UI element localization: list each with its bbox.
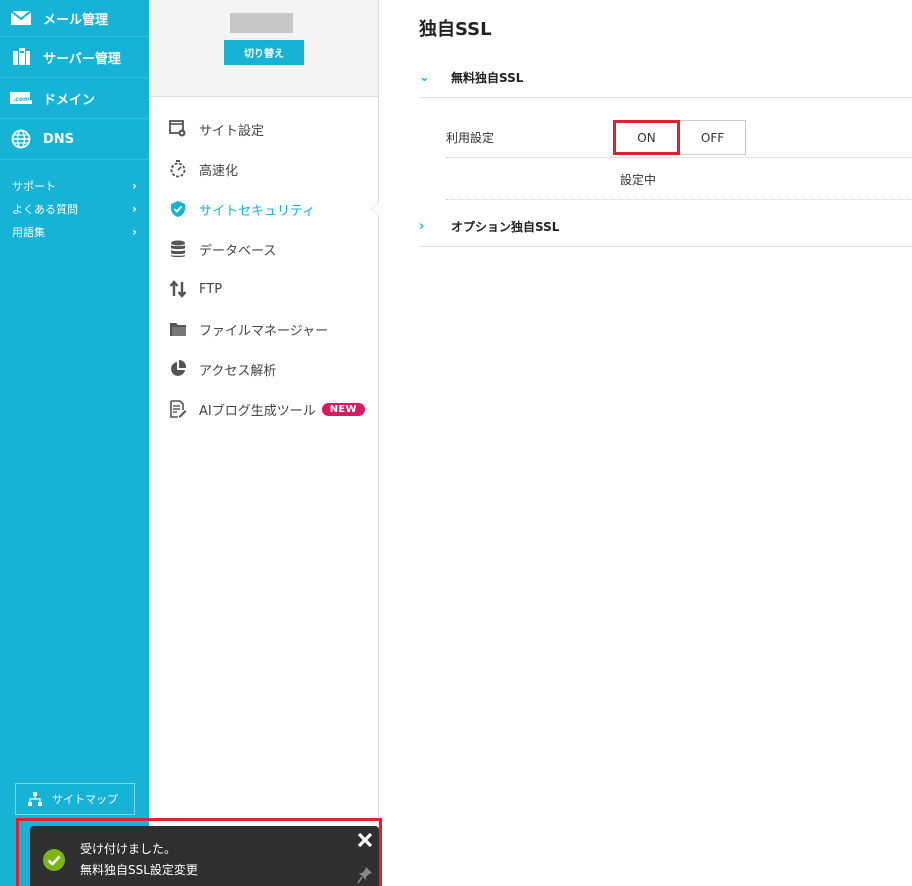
sitemap-icon	[28, 792, 42, 806]
transfer-icon	[168, 279, 188, 299]
nav-server-label: サーバー管理	[43, 51, 121, 67]
option-ssl-heading: オプション独自SSL	[451, 220, 560, 234]
menu-site-security-label: サイトセキュリティ	[199, 203, 316, 219]
svg-text:.com: .com	[13, 96, 29, 103]
menu-speed-up-label: 高速化	[199, 163, 239, 179]
folder-icon	[168, 319, 188, 339]
stopwatch-icon	[168, 159, 188, 179]
menu-speed-up[interactable]: 高速化	[149, 149, 378, 189]
menu-ftp[interactable]: FTP	[149, 269, 378, 309]
site-settings-icon	[168, 119, 188, 139]
usage-setting-row: 利用設定 ON OFF	[446, 118, 912, 158]
on-button[interactable]: ON	[613, 120, 680, 155]
status-row: 設定中	[446, 160, 912, 200]
mail-icon	[10, 8, 32, 28]
menu-ftp-label: FTP	[199, 281, 223, 297]
document-edit-icon	[168, 399, 188, 419]
chevron-right-icon: ›	[132, 224, 137, 239]
pie-chart-icon	[168, 359, 188, 379]
server-icon	[10, 47, 32, 67]
link-support-label: サポート	[12, 179, 56, 193]
site-menu: サイト設定 高速化 サイトセキュリティ データベース FTP ファイルマネージャ…	[149, 97, 379, 429]
ssl-toggle: ON OFF	[613, 120, 746, 155]
free-ssl-heading: 無料独自SSL	[451, 71, 524, 85]
switch-button[interactable]: 切り替え	[224, 40, 304, 65]
chevron-down-icon: ⌄	[419, 70, 430, 85]
sitemap-button[interactable]: サイトマップ	[15, 783, 135, 815]
main-sidebar: メール管理 サーバー管理 .com ドメイン DNS サポート › よくある質問…	[0, 0, 149, 886]
globe-icon	[10, 129, 32, 149]
page-title: 独自SSL	[419, 19, 492, 40]
status-text: 設定中	[620, 173, 657, 187]
menu-file-manager-label: ファイルマネージャー	[199, 323, 329, 339]
domain-icon: .com	[10, 88, 32, 108]
nav-domain-label: ドメイン	[43, 92, 96, 108]
link-glossary-label: 用語集	[12, 225, 45, 239]
nav-dns[interactable]: DNS	[0, 119, 149, 160]
active-caret	[371, 201, 379, 217]
menu-site-settings[interactable]: サイト設定	[149, 109, 378, 149]
off-button[interactable]: OFF	[680, 121, 745, 154]
chevron-right-icon: ›	[132, 201, 137, 216]
chevron-right-icon: ›	[132, 178, 137, 193]
free-ssl-accordion[interactable]: ⌄ 無料独自SSL	[419, 58, 912, 98]
menu-database[interactable]: データベース	[149, 229, 378, 269]
toast-highlight-frame	[16, 818, 382, 886]
nav-domain[interactable]: .com ドメイン	[0, 78, 149, 119]
menu-ai-blog[interactable]: AIブログ生成ツール NEW	[149, 389, 378, 429]
database-icon	[168, 239, 188, 259]
site-menu-panel: 切り替え サイト設定 高速化 サイトセキュリティ データベース FTP ファイル…	[149, 0, 379, 886]
nav-dns-label: DNS	[43, 131, 75, 147]
menu-access-analytics[interactable]: アクセス解析	[149, 349, 378, 389]
menu-database-label: データベース	[199, 243, 277, 259]
nav-mail-label: メール管理	[43, 12, 109, 28]
menu-site-settings-label: サイト設定	[199, 123, 265, 139]
shield-icon	[168, 199, 188, 219]
link-faq[interactable]: よくある質問 ›	[0, 197, 149, 220]
sidebar-links: サポート › よくある質問 › 用語集 ›	[0, 160, 149, 243]
link-faq-label: よくある質問	[12, 202, 78, 216]
link-glossary[interactable]: 用語集 ›	[0, 220, 149, 243]
chevron-right-icon: ›	[419, 219, 425, 234]
menu-site-security[interactable]: サイトセキュリティ	[149, 189, 379, 229]
menu-access-analytics-label: アクセス解析	[199, 363, 277, 379]
content-area: 独自SSL ⌄ 無料独自SSL 利用設定 ON OFF 設定中 › オプション独…	[379, 0, 912, 886]
new-badge: NEW	[321, 402, 365, 416]
menu-ai-blog-label: AIブログ生成ツール	[199, 403, 316, 419]
site-switcher: 切り替え	[149, 0, 378, 97]
nav-server[interactable]: サーバー管理	[0, 37, 149, 78]
menu-file-manager[interactable]: ファイルマネージャー	[149, 309, 378, 349]
sitemap-label: サイトマップ	[52, 793, 118, 806]
usage-setting-label: 利用設定	[446, 131, 495, 145]
link-support[interactable]: サポート ›	[0, 174, 149, 197]
site-name-placeholder	[230, 13, 293, 33]
nav-mail[interactable]: メール管理	[0, 0, 149, 37]
option-ssl-accordion[interactable]: › オプション独自SSL	[419, 207, 912, 247]
